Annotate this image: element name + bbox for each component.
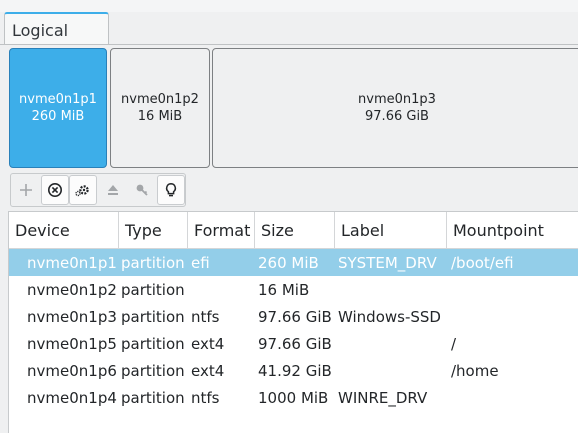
table-row[interactable]: nvme0n1p4 partition ntfs 1000 MiB WINRE_… — [9, 384, 578, 411]
cell-device: nvme0n1p4 — [27, 389, 117, 407]
cell-type: partition — [121, 389, 185, 407]
decrypt-button[interactable] — [128, 175, 156, 205]
partition-block-nvme0n1p3[interactable]: nvme0n1p3 97.66 GiB — [212, 48, 578, 168]
table-row[interactable]: nvme0n1p1 partition efi 260 MiB SYSTEM_D… — [9, 249, 578, 276]
cell-mountpoint: / — [451, 335, 457, 353]
cell-device: nvme0n1p5 — [27, 335, 117, 353]
partition-toolbar — [10, 173, 186, 207]
cell-type: partition — [121, 335, 185, 353]
partition-block-nvme0n1p2[interactable]: nvme0n1p2 16 MiB — [110, 48, 210, 168]
info-button[interactable] — [157, 175, 185, 205]
cell-type: partition — [121, 308, 185, 326]
eject-icon — [105, 182, 121, 198]
settings-icon — [74, 182, 92, 198]
lightbulb-icon — [163, 182, 179, 198]
cell-format: ext4 — [191, 335, 225, 353]
table-header: Device Type Format Size Label Mountpoint — [9, 212, 578, 249]
column-header-label[interactable]: Label — [335, 212, 447, 248]
cell-size: 1000 MiB — [258, 389, 329, 407]
window-top-strip — [0, 0, 578, 12]
cell-label: SYSTEM_DRV — [338, 254, 437, 272]
cell-type: partition — [121, 254, 185, 272]
partition-block-name: nvme0n1p2 — [121, 92, 199, 107]
cell-label: Windows-SSD — [338, 308, 441, 326]
cell-size: 16 MiB — [258, 281, 310, 299]
cell-device: nvme0n1p2 — [27, 281, 117, 299]
add-icon — [18, 182, 34, 198]
column-header-type[interactable]: Type — [119, 212, 188, 248]
cell-mountpoint: /boot/efi — [451, 254, 514, 272]
cell-type: partition — [121, 362, 185, 380]
cell-device: nvme0n1p1 — [27, 254, 117, 272]
cell-format: efi — [191, 254, 210, 272]
cell-device: nvme0n1p3 — [27, 308, 117, 326]
partition-block-size: 16 MiB — [137, 109, 183, 124]
remove-partition-button[interactable] — [41, 175, 69, 205]
cell-type: partition — [121, 281, 185, 299]
table-row[interactable]: nvme0n1p5 partition ext4 97.66 GiB / — [9, 330, 578, 357]
cell-size: 97.66 GiB — [258, 308, 332, 326]
cell-format: ntfs — [191, 308, 220, 326]
table-row[interactable]: nvme0n1p6 partition ext4 41.92 GiB /home — [9, 357, 578, 384]
column-header-mountpoint[interactable]: Mountpoint — [447, 212, 578, 248]
cell-format: ntfs — [191, 389, 220, 407]
partition-block-nvme0n1p1[interactable]: nvme0n1p1 260 MiB — [9, 48, 107, 168]
tab-logical-view[interactable]: Logical View — [4, 12, 109, 74]
partition-block-size: 260 MiB — [31, 109, 85, 124]
partition-block-name: nvme0n1p1 — [19, 92, 97, 107]
cell-format: ext4 — [191, 362, 225, 380]
cell-mountpoint: /home — [451, 362, 499, 380]
column-header-size[interactable]: Size — [255, 212, 335, 248]
cell-device: nvme0n1p6 — [27, 362, 117, 380]
remove-icon — [47, 182, 63, 198]
edit-partition-button[interactable] — [69, 175, 97, 205]
cell-label: WINRE_DRV — [338, 389, 428, 407]
partition-manager-window: Logical View nvme0n1p1 260 MiB nvme0n1p2… — [0, 0, 578, 433]
table-row[interactable]: nvme0n1p2 partition 16 MiB — [9, 276, 578, 303]
unmount-button[interactable] — [99, 175, 127, 205]
partition-table: Device Type Format Size Label Mountpoint… — [8, 211, 578, 433]
table-row[interactable]: nvme0n1p3 partition ntfs 97.66 GiB Windo… — [9, 303, 578, 330]
key-icon — [134, 182, 150, 198]
cell-size: 41.92 GiB — [258, 362, 332, 380]
add-partition-button[interactable] — [12, 175, 40, 205]
column-header-format[interactable]: Format — [188, 212, 255, 248]
cell-size: 97.66 GiB — [258, 335, 332, 353]
partition-block-size: 97.66 GiB — [365, 109, 429, 124]
cell-size: 260 MiB — [258, 254, 319, 272]
column-header-device[interactable]: Device — [9, 212, 119, 248]
partition-block-name: nvme0n1p3 — [358, 92, 436, 107]
